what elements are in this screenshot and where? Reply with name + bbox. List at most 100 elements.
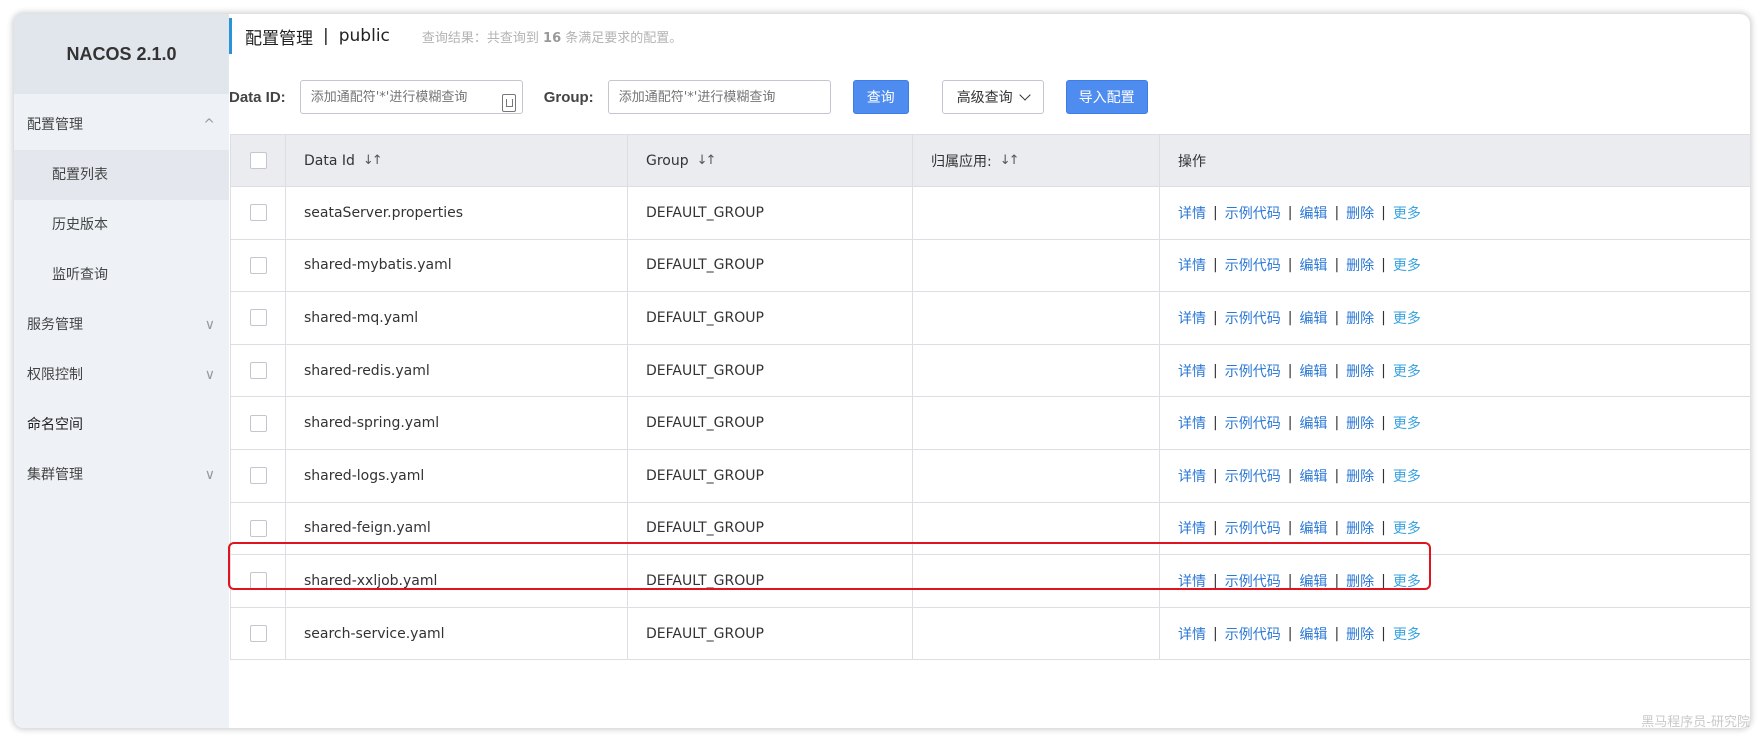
sidebar-menu: 配置管理 ^ 配置列表 历史版本 监听查询 服务管理 ∨ 权限控制 ∨ 命名空间 <box>14 94 229 500</box>
data-id-cell: shared-mq.yaml <box>286 292 628 344</box>
row-checkbox[interactable] <box>249 519 267 537</box>
delete-link[interactable]: 删除 <box>1346 571 1374 591</box>
op-separator: | <box>1213 572 1218 589</box>
op-separator: | <box>1334 467 1340 484</box>
more-link[interactable]: 更多 <box>1393 413 1421 433</box>
data-id-cell: shared-spring.yaml <box>286 397 628 449</box>
sidebar-item-service-management[interactable]: 服务管理 ∨ <box>14 300 229 350</box>
column-header-data-id[interactable]: Data Id ↓↑ <box>286 135 628 186</box>
sort-icon[interactable]: ↓↑ <box>363 153 383 168</box>
detail-link[interactable]: 详情 <box>1178 308 1206 328</box>
sample-link[interactable]: 示例代码 <box>1225 518 1281 538</box>
sample-link[interactable]: 示例代码 <box>1225 624 1281 644</box>
edit-link[interactable]: 编辑 <box>1299 308 1327 328</box>
delete-link[interactable]: 删除 <box>1346 466 1374 486</box>
table-header: Data Id ↓↑ Group ↓↑ 归属应用: ↓↑ 操作 <box>230 134 1750 187</box>
sidebar-item-history[interactable]: 历史版本 <box>14 200 229 250</box>
delete-link[interactable]: 删除 <box>1346 413 1374 433</box>
row-checkbox[interactable] <box>249 572 267 590</box>
edit-link[interactable]: 编辑 <box>1299 361 1327 381</box>
row-checkbox[interactable] <box>249 204 267 222</box>
search-button[interactable]: 查询 <box>852 80 909 114</box>
row-checkbox-cell <box>231 239 286 292</box>
sidebar-item-label: 配置管理 <box>27 117 83 133</box>
op-separator: | <box>1334 257 1340 274</box>
row-checkbox[interactable] <box>249 414 267 432</box>
sidebar-item-label: 命名空间 <box>27 417 83 433</box>
header-checkbox-cell <box>231 135 286 186</box>
sidebar-item-listener-query[interactable]: 监听查询 <box>14 250 229 300</box>
delete-link[interactable]: 删除 <box>1346 203 1374 223</box>
sample-link[interactable]: 示例代码 <box>1225 413 1281 433</box>
more-link[interactable]: 更多 <box>1393 308 1421 328</box>
delete-link[interactable]: 删除 <box>1346 308 1374 328</box>
column-header-app[interactable]: 归属应用: ↓↑ <box>913 135 1160 186</box>
more-link[interactable]: 更多 <box>1393 203 1421 223</box>
edit-link[interactable]: 编辑 <box>1299 203 1327 223</box>
more-link[interactable]: 更多 <box>1393 518 1421 538</box>
detail-link[interactable]: 详情 <box>1178 466 1206 486</box>
table-row: shared-xxljob.yaml DEFAULT_GROUP 详情 | 示例代码 | 编… <box>230 555 1750 608</box>
edit-link[interactable]: 编辑 <box>1299 413 1327 433</box>
delete-link[interactable]: 删除 <box>1346 255 1374 275</box>
sidebar-item-config-list[interactable]: 配置列表 <box>14 150 229 200</box>
more-link[interactable]: 更多 <box>1393 624 1421 644</box>
sidebar-item-label: 集群管理 <box>27 467 83 483</box>
more-link[interactable]: 更多 <box>1393 571 1421 591</box>
sample-link[interactable]: 示例代码 <box>1225 361 1281 381</box>
detail-link[interactable]: 详情 <box>1178 624 1206 644</box>
column-label: Group <box>646 152 689 169</box>
app-cell <box>913 555 1160 607</box>
detail-link[interactable]: 详情 <box>1178 518 1206 538</box>
chevron-down-icon: ∨ <box>204 317 215 333</box>
sidebar-item-config-management[interactable]: 配置管理 ^ <box>14 100 229 150</box>
edit-link[interactable]: 编辑 <box>1299 255 1327 275</box>
row-checkbox[interactable] <box>249 256 267 274</box>
delete-link[interactable]: 删除 <box>1346 624 1374 644</box>
detail-link[interactable]: 详情 <box>1178 361 1206 381</box>
more-link[interactable]: 更多 <box>1393 466 1421 486</box>
detail-link[interactable]: 详情 <box>1178 413 1206 433</box>
sample-link[interactable]: 示例代码 <box>1225 255 1281 275</box>
row-checkbox-cell <box>231 187 286 239</box>
ops-cell: 详情 | 示例代码 | 编辑 | 删除 | 更多 <box>1160 450 1750 502</box>
sidebar-item-access-control[interactable]: 权限控制 ∨ <box>14 350 229 400</box>
more-link[interactable]: 更多 <box>1393 361 1421 381</box>
column-header-group[interactable]: Group ↓↑ <box>628 135 913 186</box>
result-count: 16 <box>543 30 562 46</box>
sort-icon[interactable]: ↓↑ <box>697 153 717 168</box>
sidebar-item-namespace[interactable]: 命名空间 <box>14 400 229 450</box>
edit-link[interactable]: 编辑 <box>1299 571 1327 591</box>
detail-link[interactable]: 详情 <box>1178 255 1206 275</box>
more-link[interactable]: 更多 <box>1393 255 1421 275</box>
op-separator: | <box>1287 362 1293 379</box>
sample-link[interactable]: 示例代码 <box>1225 308 1281 328</box>
row-checkbox[interactable] <box>249 309 267 327</box>
edit-link[interactable]: 编辑 <box>1299 466 1327 486</box>
row-checkbox[interactable] <box>249 625 267 643</box>
dataid-search-input[interactable] <box>299 80 523 114</box>
group-search-input[interactable] <box>607 80 831 114</box>
delete-link[interactable]: 删除 <box>1346 361 1374 381</box>
chevron-down-icon <box>1019 88 1031 101</box>
edit-link[interactable]: 编辑 <box>1299 624 1327 644</box>
sidebar-item-cluster-management[interactable]: 集群管理 ∨ <box>14 450 229 500</box>
edit-link[interactable]: 编辑 <box>1299 518 1327 538</box>
sample-link[interactable]: 示例代码 <box>1225 203 1281 223</box>
sample-link[interactable]: 示例代码 <box>1225 571 1281 591</box>
clipboard-icon[interactable] <box>502 94 516 112</box>
op-separator: | <box>1213 467 1218 484</box>
advanced-search-button[interactable]: 高级查询 <box>941 80 1044 114</box>
import-config-button[interactable]: 导入配置 <box>1065 80 1148 114</box>
select-all-checkbox[interactable] <box>249 152 267 169</box>
sort-icon[interactable]: ↓↑ <box>1000 153 1020 168</box>
op-separator: | <box>1334 415 1340 432</box>
row-checkbox[interactable] <box>249 467 267 485</box>
delete-link[interactable]: 删除 <box>1346 518 1374 538</box>
sidebar-item-label: 配置列表 <box>52 167 108 183</box>
detail-link[interactable]: 详情 <box>1178 203 1206 223</box>
data-id-cell: seataServer.properties <box>286 187 628 239</box>
sample-link[interactable]: 示例代码 <box>1225 466 1281 486</box>
detail-link[interactable]: 详情 <box>1178 571 1206 591</box>
row-checkbox[interactable] <box>249 362 267 380</box>
